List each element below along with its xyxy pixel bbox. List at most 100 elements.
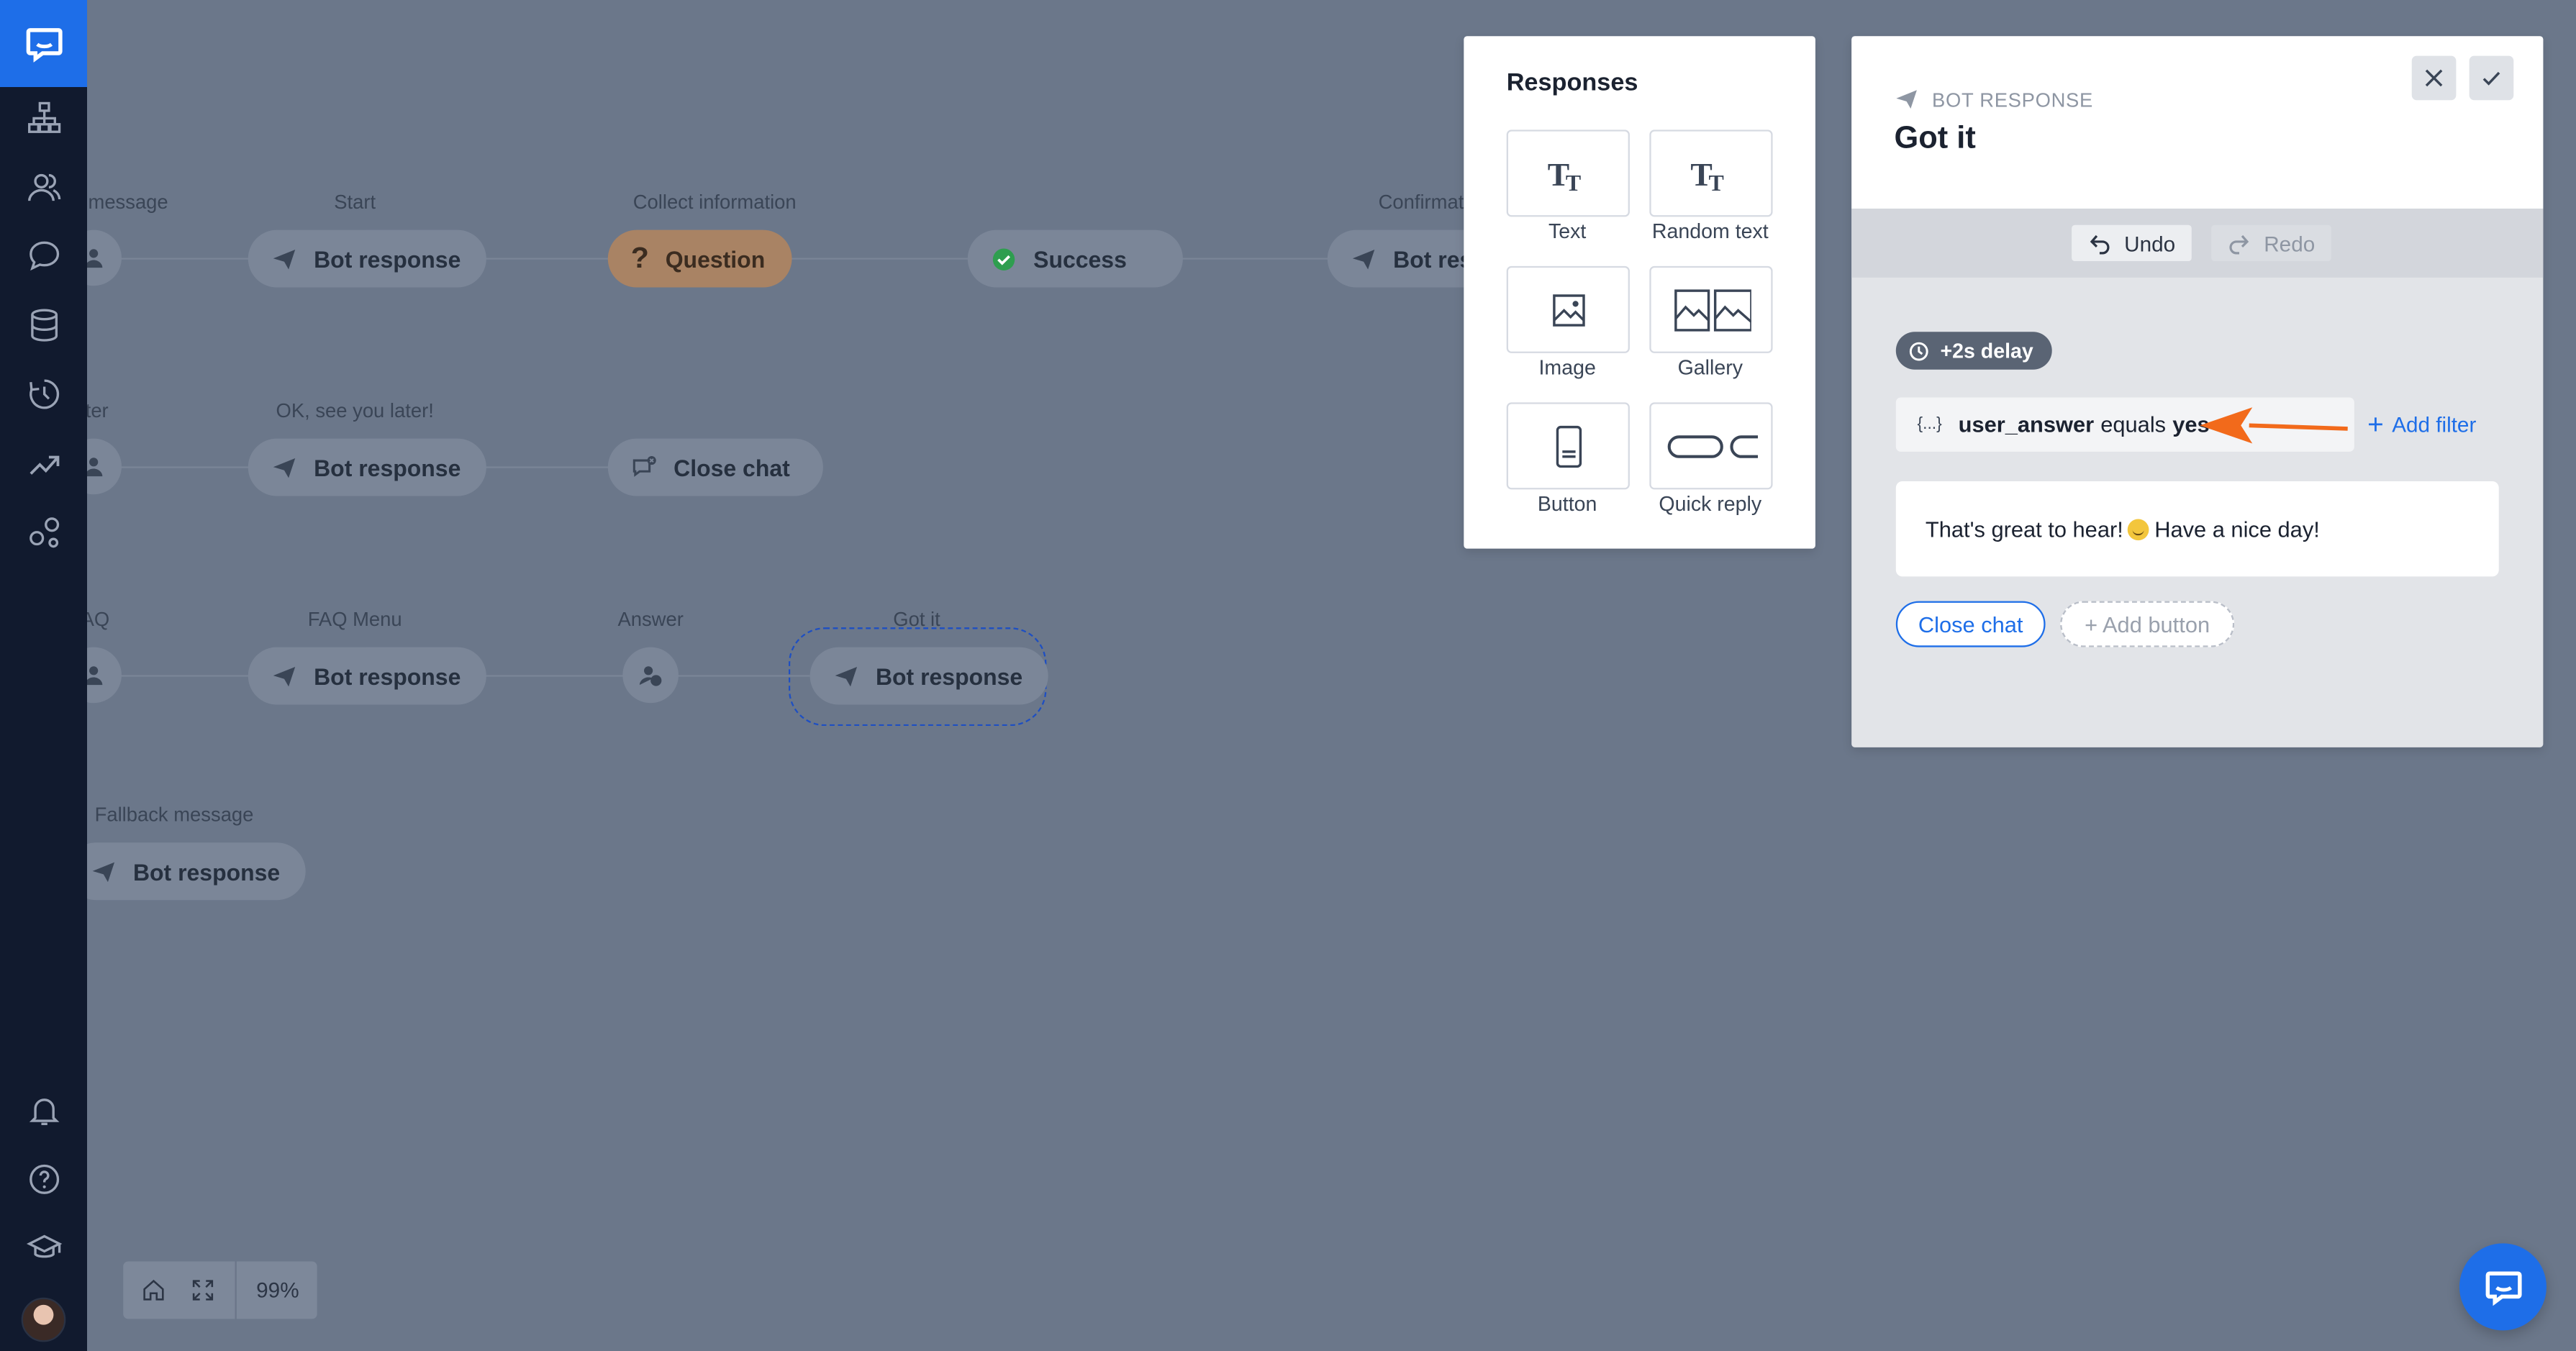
quick-reply-icon xyxy=(1666,435,1757,458)
panel-kicker-text: BOT RESPONSE xyxy=(1932,88,2093,112)
question-node[interactable]: ? Question xyxy=(607,229,792,288)
redo-icon xyxy=(2229,235,2249,255)
send-icon xyxy=(273,665,296,686)
node-text: Close chat xyxy=(674,454,790,481)
database-icon[interactable] xyxy=(0,291,87,360)
reports-icon[interactable] xyxy=(0,429,87,498)
panel-kicker: BOT RESPONSE xyxy=(1895,87,2093,112)
annotation-arrow-icon xyxy=(2200,407,2348,444)
add-button[interactable]: + Add button xyxy=(2060,601,2235,647)
node-label: FAQ Menu xyxy=(307,607,402,631)
node-label: AQ xyxy=(87,607,110,631)
random-text-icon: TT xyxy=(1690,155,1723,195)
chat-launcher-button[interactable] xyxy=(2459,1243,2546,1331)
response-tile-image[interactable] xyxy=(1506,265,1630,353)
node-text: Bot response xyxy=(875,663,1023,689)
bot-response-node[interactable]: Bot response xyxy=(248,647,487,705)
left-sidebar xyxy=(0,0,88,1351)
response-tile-button[interactable] xyxy=(1506,402,1630,490)
delay-badge[interactable]: +2s delay xyxy=(1895,332,2051,370)
close-chat-icon xyxy=(632,455,656,476)
user-input-node[interactable] xyxy=(622,647,679,704)
send-icon xyxy=(1352,248,1375,269)
redo-button[interactable]: Redo xyxy=(2211,224,2332,262)
livechat-logo-icon[interactable] xyxy=(0,0,88,88)
response-tile-random-text[interactable]: TT xyxy=(1649,129,1773,217)
node-text: Question xyxy=(665,245,766,272)
response-label: Gallery xyxy=(1677,356,1743,380)
add-filter-label: Add filter xyxy=(2392,412,2477,437)
stories-icon[interactable] xyxy=(0,83,87,153)
close-button[interactable] xyxy=(2411,55,2457,101)
svg-text:T: T xyxy=(1707,170,1723,195)
filter-operator: equals xyxy=(2100,412,2167,437)
text-icon: TT xyxy=(1547,155,1580,195)
user-input-node[interactable] xyxy=(87,438,122,495)
smile-emoji-icon xyxy=(2128,518,2150,540)
filter-variable: user_answer xyxy=(1958,412,2095,437)
node-label: Fallback message xyxy=(94,803,254,827)
message-card[interactable]: That's great to hear! Have a nice day! xyxy=(1895,481,2499,577)
home-icon[interactable] xyxy=(128,1261,177,1319)
check-circle-icon xyxy=(992,247,1015,270)
responses-title: Responses xyxy=(1506,68,1638,97)
bot-response-node[interactable]: Bot response xyxy=(248,229,487,288)
node-text: Bot response xyxy=(314,663,461,689)
undo-icon xyxy=(2090,235,2110,255)
integrations-icon[interactable] xyxy=(0,498,87,567)
bot-response-panel: BOT RESPONSE Got it Undo Redo +2s delay xyxy=(1851,36,2544,747)
users-icon[interactable] xyxy=(0,153,87,222)
svg-text:T: T xyxy=(1565,170,1580,195)
response-tile-text[interactable]: TT xyxy=(1506,129,1630,217)
help-icon[interactable] xyxy=(0,1145,87,1214)
response-label: Text xyxy=(1548,219,1587,243)
send-icon xyxy=(273,248,296,269)
confirm-button[interactable] xyxy=(2469,55,2514,101)
user-avatar[interactable] xyxy=(21,1297,66,1342)
responses-popover: Responses TT Text TT Random text Image G… xyxy=(1464,36,1815,549)
academy-icon[interactable] xyxy=(0,1214,87,1283)
image-icon xyxy=(1552,294,1584,326)
node-text: Bot response xyxy=(314,454,461,481)
node-label: Answer xyxy=(617,607,684,631)
node-label: Confirmat xyxy=(1378,190,1464,214)
history-bar: Undo Redo xyxy=(1851,208,2544,278)
send-icon xyxy=(273,457,296,478)
node-text: Bot response xyxy=(314,245,461,272)
response-label: Image xyxy=(1538,356,1596,380)
fullscreen-icon[interactable] xyxy=(178,1261,227,1319)
undo-label: Undo xyxy=(2124,230,2176,256)
question-mark-icon: ? xyxy=(630,241,649,275)
chat-bubble-icon xyxy=(2485,1270,2521,1306)
notifications-bell-icon[interactable] xyxy=(0,1075,87,1145)
chats-icon[interactable] xyxy=(0,222,87,291)
success-node[interactable]: Success xyxy=(967,229,1183,288)
node-label: ter xyxy=(87,399,109,422)
node-text: Bot response xyxy=(132,858,281,885)
response-label: Random text xyxy=(1651,219,1769,243)
close-chat-button[interactable]: Close chat xyxy=(1895,601,2046,647)
send-icon xyxy=(92,861,115,881)
add-filter-link[interactable]: + Add filter xyxy=(2367,411,2476,439)
node-label: OK, see you later! xyxy=(276,399,434,422)
undo-button[interactable]: Undo xyxy=(2072,224,2192,262)
close-chat-node[interactable]: Close chat xyxy=(607,438,823,496)
plus-icon: + xyxy=(2367,409,2384,440)
redo-label: Redo xyxy=(2264,230,2316,256)
node-label: Collect information xyxy=(632,190,797,214)
bot-response-node[interactable]: Bot response xyxy=(248,438,487,496)
user-input-node[interactable] xyxy=(87,229,122,286)
zoom-level: 99% xyxy=(256,1278,299,1303)
response-tile-quick-reply[interactable] xyxy=(1649,402,1773,490)
bot-response-node-selected[interactable]: Bot response xyxy=(809,647,1049,705)
node-label: Start xyxy=(334,190,376,214)
bot-response-node[interactable]: Bot response xyxy=(87,842,307,901)
user-input-node[interactable] xyxy=(87,647,122,704)
history-icon[interactable] xyxy=(0,360,87,429)
send-icon xyxy=(1896,90,1917,109)
response-label: Quick reply xyxy=(1659,492,1762,516)
panel-title: Got it xyxy=(1894,121,1976,156)
check-icon xyxy=(2482,71,2500,86)
node-label: message xyxy=(88,190,168,214)
response-tile-gallery[interactable] xyxy=(1649,265,1773,353)
